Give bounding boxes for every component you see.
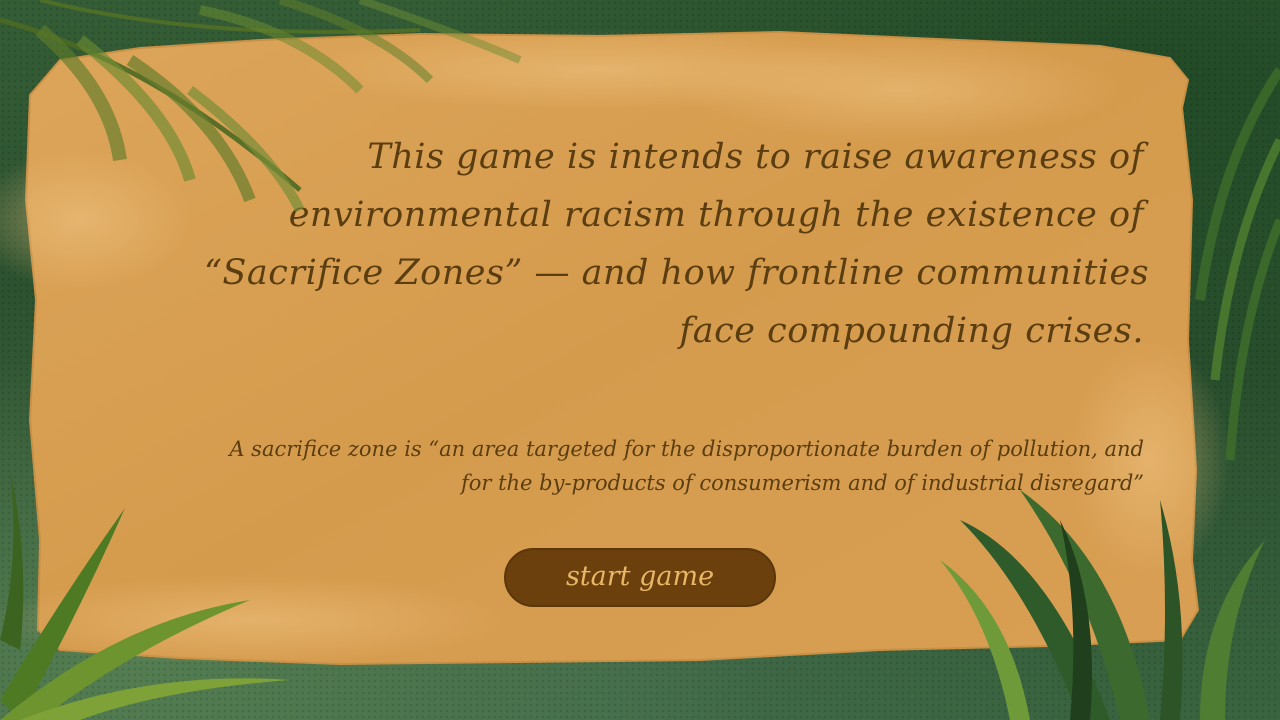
- headline-line: face compounding crises.: [679, 311, 1144, 351]
- definition-line: for the by-products of consumerism and o…: [460, 471, 1144, 495]
- headline-line: This game is intends to raise awareness …: [367, 137, 1144, 177]
- headline-line: “Sacrifice Zones” — and how frontline co…: [204, 253, 1150, 293]
- start-game-button[interactable]: start game: [504, 548, 776, 607]
- intro-text-block: This game is intends to raise awareness …: [204, 128, 1150, 500]
- sacrifice-zone-definition: A sacrifice zone is “an area targeted fo…: [204, 432, 1144, 500]
- intro-headline: This game is intends to raise awareness …: [204, 128, 1150, 360]
- definition-line: A sacrifice zone is “an area targeted fo…: [229, 437, 1144, 461]
- headline-line: environmental racism through the existen…: [288, 195, 1144, 235]
